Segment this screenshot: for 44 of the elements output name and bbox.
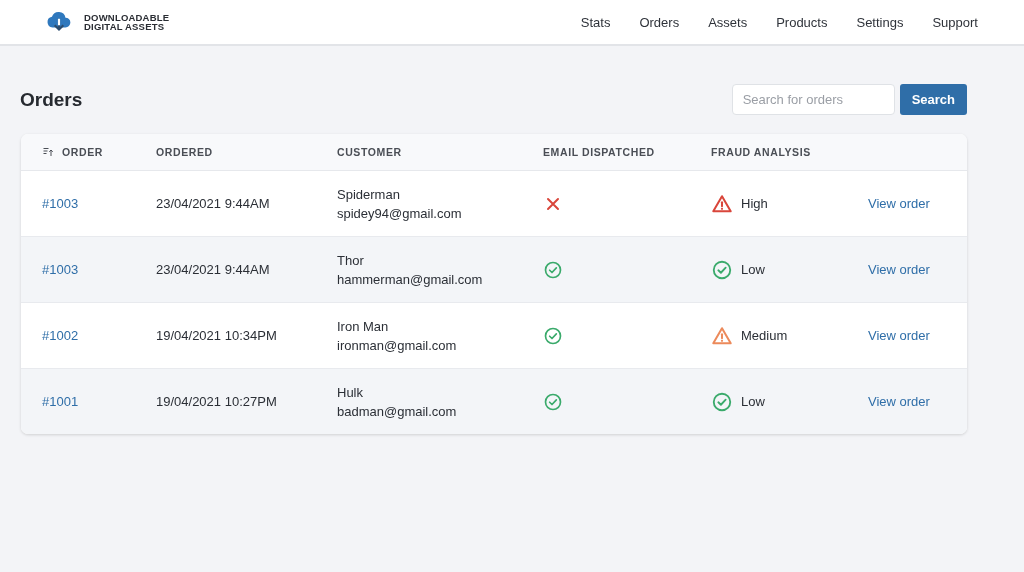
brand-logo-text: DOWNLOADABLE DIGITAL ASSETS	[84, 13, 170, 31]
order-link[interactable]: #1002	[42, 328, 79, 343]
customer-name: Iron Man	[337, 318, 390, 334]
order-date: 19/04/2021 10:34PM	[156, 328, 278, 343]
check-circle-icon	[711, 258, 733, 281]
customer-email: ironman@gmail.com	[337, 337, 458, 353]
customer-name: Hulk	[337, 384, 364, 400]
order-link[interactable]: #1001	[42, 394, 79, 409]
customer-name: Thor	[337, 252, 365, 268]
column-header[interactable]: ORDER	[62, 146, 103, 158]
column-header: ORDERED	[156, 146, 213, 158]
order-date: 23/04/2021 9:44AM	[156, 262, 271, 277]
warning-icon	[711, 324, 733, 347]
nav-link[interactable]: Assets	[679, 14, 748, 30]
nav-link[interactable]: Products	[747, 14, 828, 30]
nav-link[interactable]: Orders	[610, 14, 680, 30]
customer-name: Spiderman	[337, 186, 401, 202]
search-field[interactable]: Search for orders	[731, 84, 895, 115]
order-link[interactable]: #1003	[42, 196, 79, 211]
warning-icon	[711, 192, 733, 215]
fraud-level: High	[741, 196, 768, 211]
order-date: 23/04/2021 9:44AM	[156, 196, 271, 211]
fraud-level: Medium	[741, 328, 788, 343]
page-title: Orders	[20, 88, 83, 111]
nav-link[interactable]: Stats	[551, 14, 611, 30]
check-circle-icon	[711, 390, 733, 413]
fraud-level: Low	[741, 394, 765, 409]
customer-email: badman@gmail.com	[337, 403, 458, 419]
column-header: EMAIL DISPATCHED	[543, 146, 655, 158]
view-order-link[interactable]: View order	[868, 196, 930, 211]
order-date: 19/04/2021 10:27PM	[156, 394, 278, 409]
column-header: CUSTOMER	[337, 146, 402, 158]
view-order-link[interactable]: View order	[868, 328, 930, 343]
search-button[interactable]: Search	[899, 84, 967, 115]
nav-link[interactable]: Settings	[827, 14, 904, 30]
customer-email: hammerman@gmail.com	[337, 271, 484, 287]
customer-email: spidey94@gmail.com	[337, 205, 463, 221]
sort-icon	[42, 146, 54, 158]
order-link[interactable]: #1003	[42, 262, 79, 277]
view-order-link[interactable]: View order	[868, 394, 930, 409]
column-header: FRAUD ANALYSIS	[711, 146, 811, 158]
view-order-link[interactable]: View order	[868, 262, 930, 277]
nav-link[interactable]: Support	[903, 14, 978, 30]
fraud-level: Low	[741, 262, 765, 277]
